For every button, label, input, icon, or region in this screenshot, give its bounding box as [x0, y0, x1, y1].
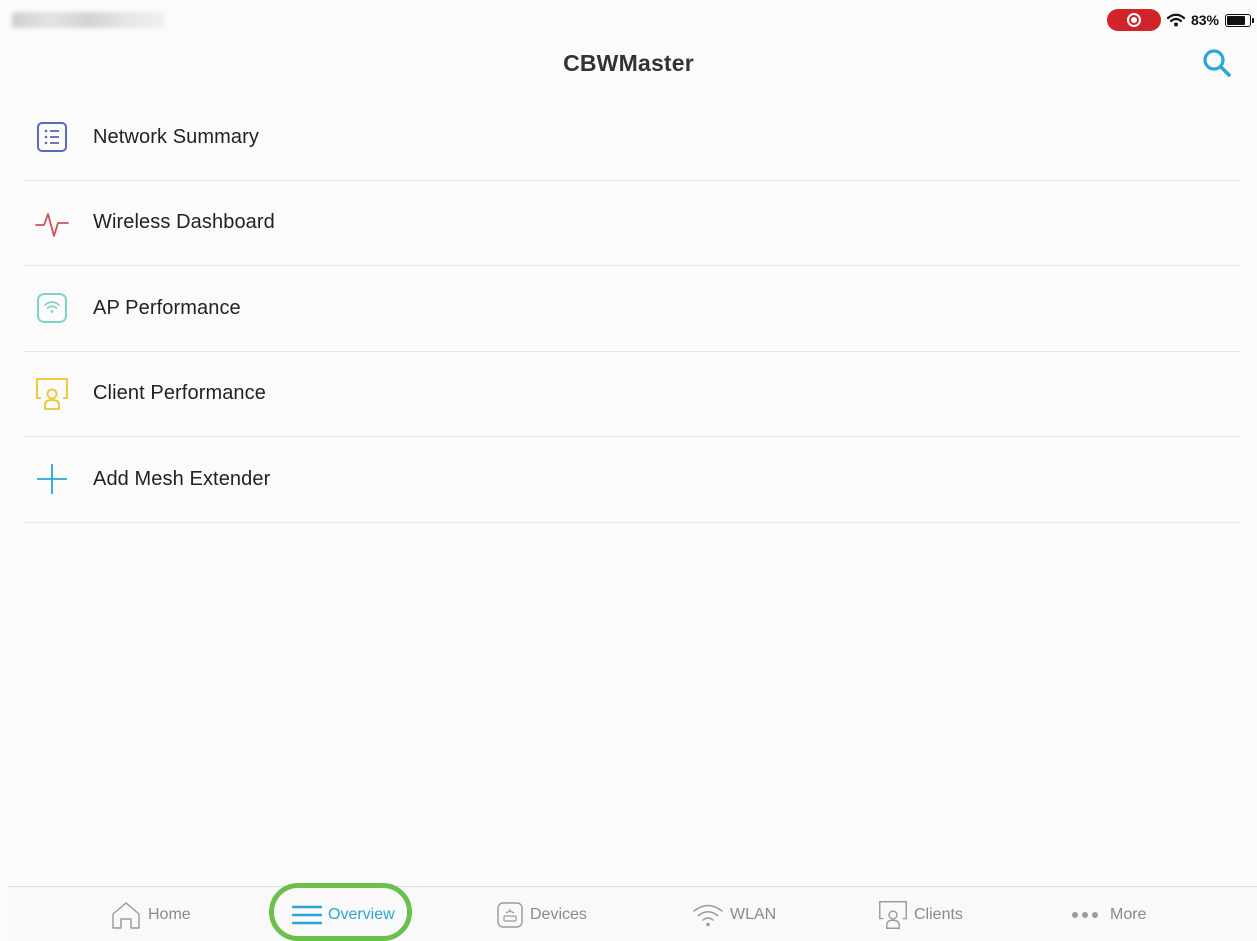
search-icon: [1203, 49, 1231, 77]
menu-item-label: Network Summary: [93, 125, 259, 148]
tab-bar: Home Overview Devices WLAN Clients More: [8, 886, 1257, 941]
status-indicators: 83%: [1106, 9, 1254, 31]
tab-label: Clients: [914, 905, 963, 923]
menu-item-client-performance[interactable]: Client Performance: [24, 352, 1241, 437]
list-icon: [34, 119, 70, 155]
battery-fill: [1227, 15, 1246, 25]
tab-devices[interactable]: Devices: [496, 887, 587, 941]
tab-wlan[interactable]: WLAN: [692, 887, 776, 941]
tab-overview[interactable]: Overview: [292, 887, 395, 941]
tab-label: More: [1110, 905, 1147, 923]
wifi-status-icon: [1166, 13, 1185, 27]
menu-item-label: AP Performance: [93, 296, 241, 319]
menu-item-network-summary[interactable]: Network Summary: [24, 95, 1241, 181]
menu-item-ap-performance[interactable]: AP Performance: [24, 266, 1241, 352]
record-icon: [1126, 13, 1141, 27]
search-button[interactable]: [1199, 46, 1235, 82]
more-dots-icon: [1070, 910, 1104, 920]
tab-label: Overview: [328, 905, 395, 923]
wifi-box-icon: [34, 290, 70, 326]
menu-item-label: Wireless Dashboard: [93, 211, 275, 234]
menu-item-add-mesh-extender[interactable]: Add Mesh Extender: [24, 437, 1241, 523]
battery-percent: 83%: [1190, 12, 1219, 28]
home-icon: [110, 900, 142, 930]
tab-label: WLAN: [730, 905, 777, 923]
tab-home[interactable]: Home: [110, 887, 191, 941]
tab-label: Home: [148, 905, 191, 923]
client-icon: [878, 900, 908, 930]
screen-recording-indicator[interactable]: [1106, 9, 1161, 31]
overview-menu-list: Network Summary Wireless Dashboard AP Pe…: [24, 95, 1241, 523]
wifi-icon: [692, 902, 724, 928]
app-window: 83% CBWMaster Network Summary Wireless D…: [0, 0, 1257, 941]
carrier-info-blurred: [12, 12, 164, 28]
plus-icon: [34, 461, 70, 497]
menu-lines-icon: [292, 904, 322, 926]
menu-item-label: Add Mesh Extender: [93, 467, 271, 490]
tab-clients[interactable]: Clients: [878, 887, 963, 941]
battery-cap: [1252, 17, 1254, 23]
device-icon: [496, 901, 524, 929]
battery-icon: [1225, 13, 1254, 27]
client-icon: [34, 376, 70, 412]
pulse-icon: [34, 205, 70, 241]
tab-more[interactable]: More: [1070, 887, 1146, 941]
status-bar: 83%: [0, 0, 1257, 40]
menu-item-label: Client Performance: [93, 382, 266, 405]
menu-item-wireless-dashboard[interactable]: Wireless Dashboard: [24, 181, 1241, 266]
nav-header: CBWMaster: [0, 40, 1257, 86]
tab-label: Devices: [530, 905, 587, 923]
page-title: CBWMaster: [563, 50, 694, 76]
